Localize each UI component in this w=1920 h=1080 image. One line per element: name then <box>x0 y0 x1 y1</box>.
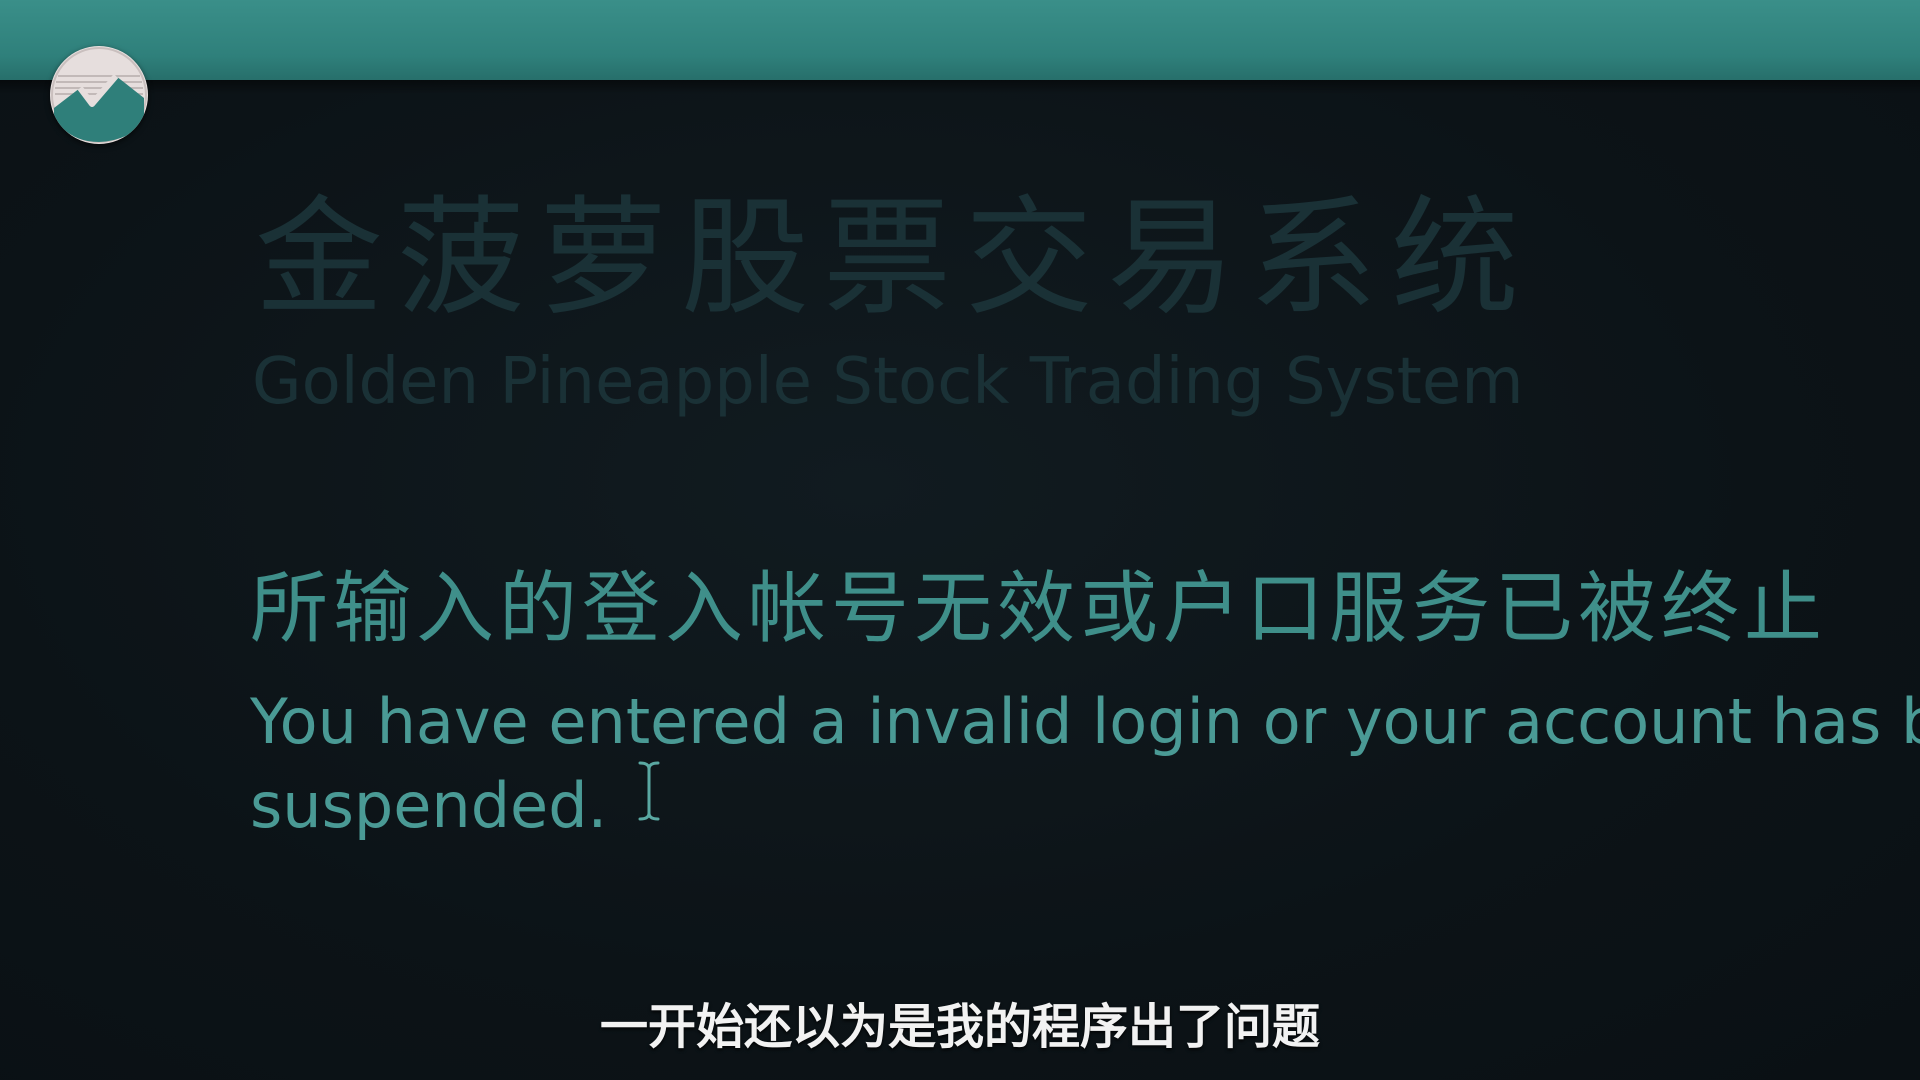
system-title-en: Golden Pineapple Stock Trading System <box>252 345 1524 419</box>
top-bar <box>0 0 1920 80</box>
error-message-en-line1: You have entered a invalid login or your… <box>250 685 1920 758</box>
error-message-en: You have entered a invalid login or your… <box>250 680 1920 848</box>
error-message-cn: 所输入的登入帐号无效或户口服务已被终止 <box>250 564 1828 654</box>
system-title-cn: 金菠萝股票交易系统 <box>255 184 1534 333</box>
screen: 金菠萝股票交易系统 Golden Pineapple Stock Trading… <box>0 0 1920 1080</box>
video-subtitle: 一开始还以为是我的程序出了问题 <box>0 1003 1920 1051</box>
text-cursor-icon <box>636 760 662 822</box>
top-bar-shadow <box>0 80 1920 94</box>
error-message-en-line2: suspended. <box>250 769 608 842</box>
channel-logo-icon <box>50 46 148 144</box>
video-subtitle-text: 一开始还以为是我的程序出了问题 <box>599 999 1320 1055</box>
